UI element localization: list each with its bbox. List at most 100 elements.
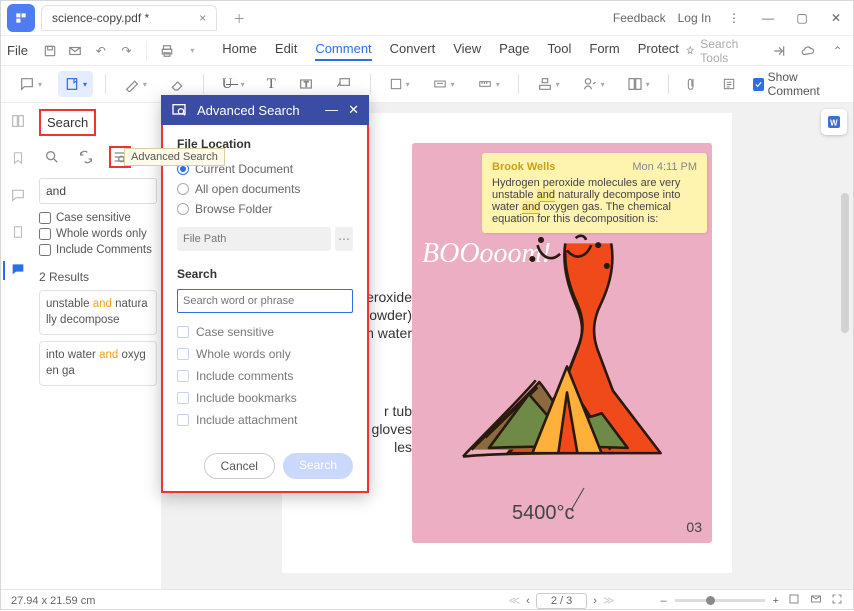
result-item[interactable]: unstable and naturally decompose [39,290,157,335]
file-menu[interactable]: File [7,43,28,58]
results-count: 2 Results [39,270,157,284]
file-path-input[interactable] [177,227,331,251]
maximize-icon[interactable]: ▢ [791,7,813,29]
browse-button[interactable]: ⋯ [335,227,353,251]
status-dimensions: 27.94 x 21.59 cm [11,595,95,607]
cb-case[interactable]: Case sensitive [177,321,353,343]
save-icon[interactable] [40,40,60,62]
attachments-icon[interactable] [11,224,25,243]
svg-text:T: T [304,80,309,89]
show-comment-toggle[interactable]: Show Comment [753,70,842,98]
cloud-icon[interactable] [799,40,818,62]
search-section-label: Search [177,267,353,281]
menu-home[interactable]: Home [222,41,257,61]
menu-protect[interactable]: Protect [638,41,679,61]
list-tool[interactable] [716,71,742,97]
result-item[interactable]: into water and oxygen ga [39,341,157,386]
undo-icon[interactable]: ↶ [91,40,111,62]
compare-tool[interactable]: ▾ [621,71,656,97]
redo-icon[interactable]: ↷ [117,40,137,62]
note-tool[interactable]: ▾ [58,71,93,97]
zoom-out-icon[interactable]: – [660,595,666,607]
sign-tool[interactable]: ▾ [576,71,611,97]
document-tab[interactable]: science-copy.pdf * × [41,5,217,31]
search-panel-icon[interactable] [3,261,27,280]
cb-comments[interactable]: Include comments [177,365,353,387]
prev-page-icon[interactable]: ‹ [526,595,530,607]
underline-tool[interactable]: U▾ [216,71,251,97]
comments-panel-icon[interactable] [10,187,26,206]
search-side-panel: Search Case sensitive Whole words only I… [35,103,161,589]
next-page-icon[interactable]: › [593,595,597,607]
note-author: Brook Wells [492,161,555,173]
stamp-tool[interactable]: ▾ [426,71,461,97]
dialog-title: Advanced Search [197,103,300,118]
bookmarks-icon[interactable] [11,150,25,169]
zoom-in-icon[interactable]: + [773,595,779,607]
page-indicator[interactable]: 2 / 3 [536,593,587,609]
fullscreen-icon[interactable] [831,593,843,608]
measure-tool[interactable]: ▾ [471,71,506,97]
note-body: Hydrogen peroxide molecules are very uns… [492,177,697,225]
fit-page-icon[interactable] [809,593,823,608]
radio-browse-folder[interactable]: Browse Folder [177,199,353,219]
cb-attachment[interactable]: Include attachment [177,409,353,431]
menu-tool[interactable]: Tool [548,41,572,61]
menu-form[interactable]: Form [589,41,619,61]
shape-tool[interactable]: ▾ [383,71,416,97]
fit-width-icon[interactable] [787,593,801,608]
note-time: Mon 4:11 PM [632,161,697,173]
zoom-slider[interactable] [675,599,765,602]
opt-wholewords[interactable]: Whole words only [39,226,157,242]
more-icon[interactable]: ⋮ [723,7,745,29]
opt-comments[interactable]: Include Comments [39,242,157,258]
cancel-button[interactable]: Cancel [204,453,275,479]
callout-tool[interactable] [330,71,358,97]
cb-whole[interactable]: Whole words only [177,343,353,365]
menu-view[interactable]: View [453,41,481,61]
textbox-tool[interactable]: T [292,71,320,97]
last-page-icon[interactable]: ≫ [603,594,615,607]
menu-page[interactable]: Page [499,41,529,61]
eraser-tool[interactable] [163,71,191,97]
cb-bookmarks[interactable]: Include bookmarks [177,387,353,409]
volcano-illustration [437,233,697,476]
new-tab-button[interactable]: ＋ [231,10,247,26]
search-tools[interactable]: Search Tools [685,37,760,65]
search-input[interactable] [39,178,157,204]
minimize-icon[interactable]: — [757,7,779,29]
dialog-search-input[interactable] [177,289,353,313]
dialog-close-icon[interactable]: ✕ [348,102,359,118]
opt-case[interactable]: Case sensitive [39,210,157,226]
mail-icon[interactable] [66,40,86,62]
stamp2-tool[interactable]: ▾ [531,71,566,97]
feedback-link[interactable]: Feedback [613,11,666,25]
comment-tool[interactable]: ▾ [13,71,48,97]
close-window-icon[interactable]: ✕ [825,7,847,29]
print-icon[interactable] [157,40,177,62]
menu-edit[interactable]: Edit [275,41,297,61]
dialog-icon [171,102,187,118]
first-page-icon[interactable]: ≪ [509,594,521,607]
search-panel-title: Search [39,109,96,136]
menu-comment[interactable]: Comment [315,41,371,61]
close-tab-icon[interactable]: × [199,11,206,25]
comment-note[interactable]: Brook Wells Mon 4:11 PM Hydrogen peroxide… [482,153,707,233]
page-navigator: ≪ ‹ 2 / 3 › ≫ [509,593,615,609]
share-icon[interactable] [770,40,789,62]
attach-tool[interactable] [680,71,706,97]
search-button[interactable]: Search [283,453,353,479]
menu-convert[interactable]: Convert [390,41,436,61]
highlight-tool[interactable]: ▾ [118,71,153,97]
collapse-icon[interactable]: ⌃ [828,40,847,62]
page-number: 03 [686,519,702,535]
radio-all-open[interactable]: All open documents [177,179,353,199]
temperature-label: 5400°c [512,502,597,525]
text-tool[interactable]: T [261,71,282,97]
thumbnails-icon[interactable] [10,113,26,132]
login-link[interactable]: Log In [678,11,711,25]
find-icon[interactable] [41,146,63,168]
quickbar-more-icon[interactable]: ▾ [183,40,203,62]
replace-icon[interactable] [75,146,97,168]
dialog-minimize-icon[interactable]: — [325,102,338,118]
